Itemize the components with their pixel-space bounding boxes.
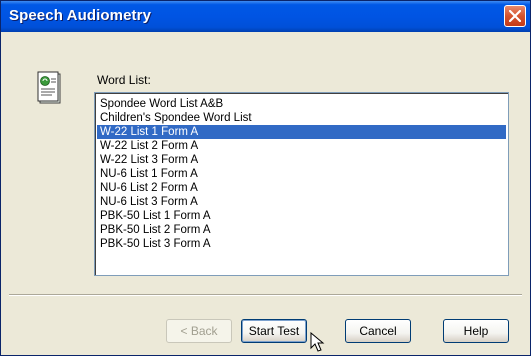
list-item[interactable]: Children's Spondee Word List (97, 111, 506, 125)
divider-highlight (9, 295, 522, 296)
list-item[interactable]: Spondee Word List A&B (97, 97, 506, 111)
list-item[interactable]: PBK-50 List 3 Form A (97, 237, 506, 251)
word-list-listbox[interactable]: Spondee Word List A&B Children's Spondee… (94, 92, 509, 276)
list-item[interactable]: NU-6 List 3 Form A (97, 195, 506, 209)
list-item[interactable]: PBK-50 List 2 Form A (97, 223, 506, 237)
list-item[interactable]: W-22 List 2 Form A (97, 139, 506, 153)
close-icon (509, 10, 521, 22)
word-list-label: Word List: (97, 73, 151, 87)
speech-audiometry-dialog: Speech Audiometry Word List: Spondee Wor… (0, 0, 531, 356)
word-list-document-icon (37, 71, 61, 104)
window-title: Speech Audiometry (9, 7, 152, 24)
cancel-button[interactable]: Cancel (345, 319, 411, 343)
mouse-pointer-icon (310, 332, 325, 352)
start-test-button[interactable]: Start Test (241, 319, 307, 343)
title-bar[interactable]: Speech Audiometry (1, 1, 530, 32)
list-item[interactable]: NU-6 List 2 Form A (97, 181, 506, 195)
list-item[interactable]: NU-6 List 1 Form A (97, 167, 506, 181)
help-button[interactable]: Help (443, 319, 509, 343)
list-item[interactable]: PBK-50 List 1 Form A (97, 209, 506, 223)
list-item[interactable]: W-22 List 3 Form A (97, 153, 506, 167)
close-button[interactable] (504, 5, 526, 27)
list-item-selected[interactable]: W-22 List 1 Form A (97, 125, 506, 139)
back-button[interactable]: < Back (166, 319, 232, 343)
